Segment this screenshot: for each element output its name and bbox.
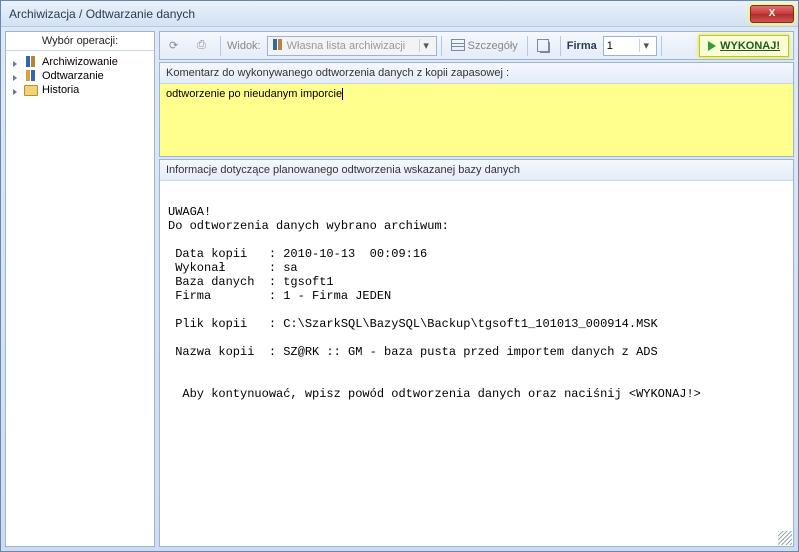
info-header: Informacje dotyczące planowanego odtworz… bbox=[160, 160, 793, 181]
toolbar-divider bbox=[441, 36, 442, 56]
info-body: UWAGA! Do odtworzenia danych wybrano arc… bbox=[160, 181, 793, 546]
titlebar: Archiwizacja / Odtwarzanie danych X bbox=[1, 1, 798, 27]
sidebar-item-historia[interactable]: Historia bbox=[10, 83, 150, 97]
tree-caret-icon bbox=[13, 75, 17, 81]
info-panel: Informacje dotyczące planowanego odtworz… bbox=[159, 159, 794, 547]
chevron-down-icon[interactable]: ▾ bbox=[419, 39, 433, 52]
toolbar-divider bbox=[560, 36, 561, 56]
sidebar-item-label: Archiwizowanie bbox=[42, 56, 118, 68]
db-icon bbox=[271, 39, 285, 53]
comment-text: odtworzenie po nieudanym imporcie bbox=[166, 88, 342, 100]
window-title: Archiwizacja / Odtwarzanie danych bbox=[9, 7, 195, 21]
app-window: Archiwizacja / Odtwarzanie danych X Wybó… bbox=[0, 0, 799, 552]
tree-caret-icon bbox=[13, 89, 17, 95]
execute-button[interactable]: WYKONAJ! bbox=[699, 35, 789, 57]
widok-combo-value: Własna lista archiwizacji bbox=[287, 40, 417, 52]
toolbar-divider bbox=[220, 36, 221, 56]
comment-panel: Komentarz do wykonywanego odtworzenia da… bbox=[159, 62, 794, 157]
firma-combo[interactable]: 1 ▾ bbox=[603, 36, 657, 56]
operation-tree: Archiwizowanie Odtwarzanie Historia bbox=[6, 51, 154, 101]
text-cursor bbox=[342, 88, 343, 100]
firma-label: Firma bbox=[565, 40, 599, 52]
sidebar-item-odtwarzanie[interactable]: Odtwarzanie bbox=[10, 69, 150, 83]
toolbar: ⟳ ⎙ Widok: Własna lista archiwizacji ▾ S… bbox=[159, 31, 794, 60]
resize-grip-icon[interactable] bbox=[778, 531, 792, 545]
details-label: Szczegóły bbox=[468, 40, 518, 52]
print-icon: ⎙ bbox=[197, 39, 211, 53]
details-button[interactable]: Szczegóły bbox=[446, 35, 523, 57]
comment-header: Komentarz do wykonywanego odtworzenia da… bbox=[160, 63, 793, 84]
main-area: ⟳ ⎙ Widok: Własna lista archiwizacji ▾ S… bbox=[159, 31, 794, 547]
sidebar-header: Wybór operacji: bbox=[6, 32, 154, 51]
tree-caret-icon bbox=[13, 61, 17, 67]
refresh-icon: ⟳ bbox=[169, 39, 183, 53]
details-icon bbox=[451, 39, 465, 53]
refresh-button[interactable]: ⟳ bbox=[164, 35, 188, 57]
comment-textarea[interactable]: odtworzenie po nieudanym imporcie bbox=[160, 84, 793, 156]
restore-icon bbox=[24, 70, 38, 82]
toolbar-divider bbox=[661, 36, 662, 56]
close-button[interactable]: X bbox=[750, 5, 794, 23]
copy-icon bbox=[537, 39, 551, 53]
window-body: Wybór operacji: Archiwizowanie Odtwarzan… bbox=[1, 27, 798, 551]
widok-combo[interactable]: Własna lista archiwizacji ▾ bbox=[267, 36, 437, 56]
sidebar-item-archiwizowanie[interactable]: Archiwizowanie bbox=[10, 55, 150, 69]
play-icon bbox=[708, 41, 716, 51]
close-icon: X bbox=[769, 8, 776, 19]
execute-label: WYKONAJ! bbox=[720, 40, 780, 52]
toolbar-divider bbox=[527, 36, 528, 56]
print-button[interactable]: ⎙ bbox=[192, 35, 216, 57]
sidebar-item-label: Historia bbox=[42, 84, 79, 96]
chevron-down-icon[interactable]: ▾ bbox=[639, 39, 653, 52]
history-icon bbox=[24, 84, 38, 96]
archive-icon bbox=[24, 56, 38, 68]
sidebar-item-label: Odtwarzanie bbox=[42, 70, 104, 82]
firma-combo-value: 1 bbox=[607, 40, 637, 52]
copy-button[interactable] bbox=[532, 35, 556, 57]
sidebar: Wybór operacji: Archiwizowanie Odtwarzan… bbox=[5, 31, 155, 547]
widok-label: Widok: bbox=[225, 40, 263, 52]
